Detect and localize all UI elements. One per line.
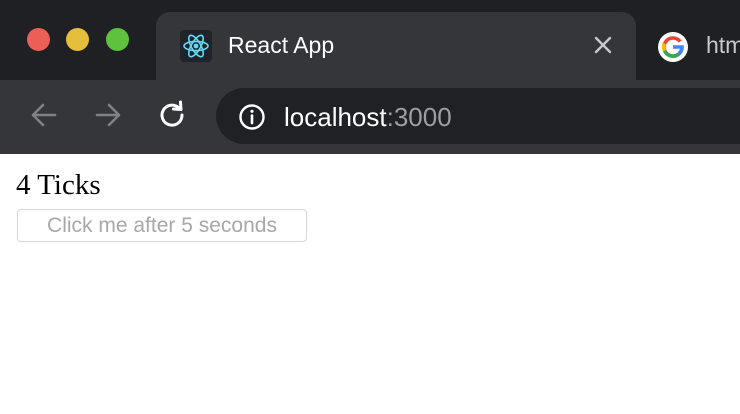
url-text[interactable]: localhost:3000 (284, 102, 452, 133)
back-arrow-icon[interactable] (27, 98, 61, 132)
url-port: :3000 (386, 102, 452, 132)
tab-title: htm (706, 32, 740, 58)
window-close-button[interactable] (27, 28, 50, 51)
window-zoom-button[interactable] (106, 28, 129, 51)
tab-second[interactable]: htm (656, 12, 740, 80)
browser-toolbar: localhost:3000 (0, 80, 740, 154)
tab-close-icon[interactable] (592, 34, 614, 56)
react-logo-icon (180, 30, 212, 62)
address-bar[interactable]: localhost:3000 (216, 88, 740, 144)
info-icon[interactable] (238, 103, 266, 131)
page-content: 4 Ticks Click me after 5 seconds (0, 154, 740, 414)
browser-chrome: React App htm localhost:3000 (0, 0, 740, 154)
tab-title: React App (228, 32, 335, 58)
url-host: localhost (284, 102, 387, 132)
forward-arrow-icon[interactable] (91, 98, 125, 132)
click-me-button[interactable]: Click me after 5 seconds (17, 209, 307, 242)
window-minimize-button[interactable] (66, 28, 89, 51)
google-g-icon (658, 32, 688, 62)
reload-icon[interactable] (156, 98, 190, 132)
tab-react-app[interactable]: React App (156, 12, 636, 80)
tab-strip: React App htm (0, 0, 740, 80)
ticks-heading: 4 Ticks (16, 169, 101, 201)
